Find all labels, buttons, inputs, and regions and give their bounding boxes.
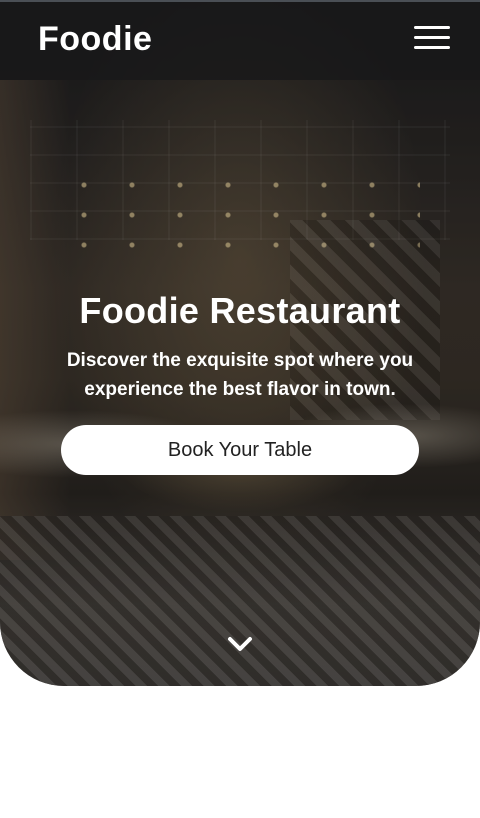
page: Foodie Restaurant Discover the exquisite… — [0, 0, 480, 818]
hero-section: Foodie Restaurant Discover the exquisite… — [0, 0, 480, 686]
hero-title: Foodie Restaurant — [79, 290, 401, 331]
brand-logo[interactable]: Foodie — [38, 20, 152, 59]
hero-overlay — [0, 0, 480, 686]
chevron-down-icon[interactable] — [226, 634, 254, 654]
navbar: Foodie — [0, 0, 480, 80]
hamburger-menu-icon[interactable] — [414, 26, 450, 50]
book-table-button[interactable]: Book Your Table — [61, 425, 419, 475]
hero-subtitle: Discover the exquisite spot where you ex… — [66, 350, 414, 400]
